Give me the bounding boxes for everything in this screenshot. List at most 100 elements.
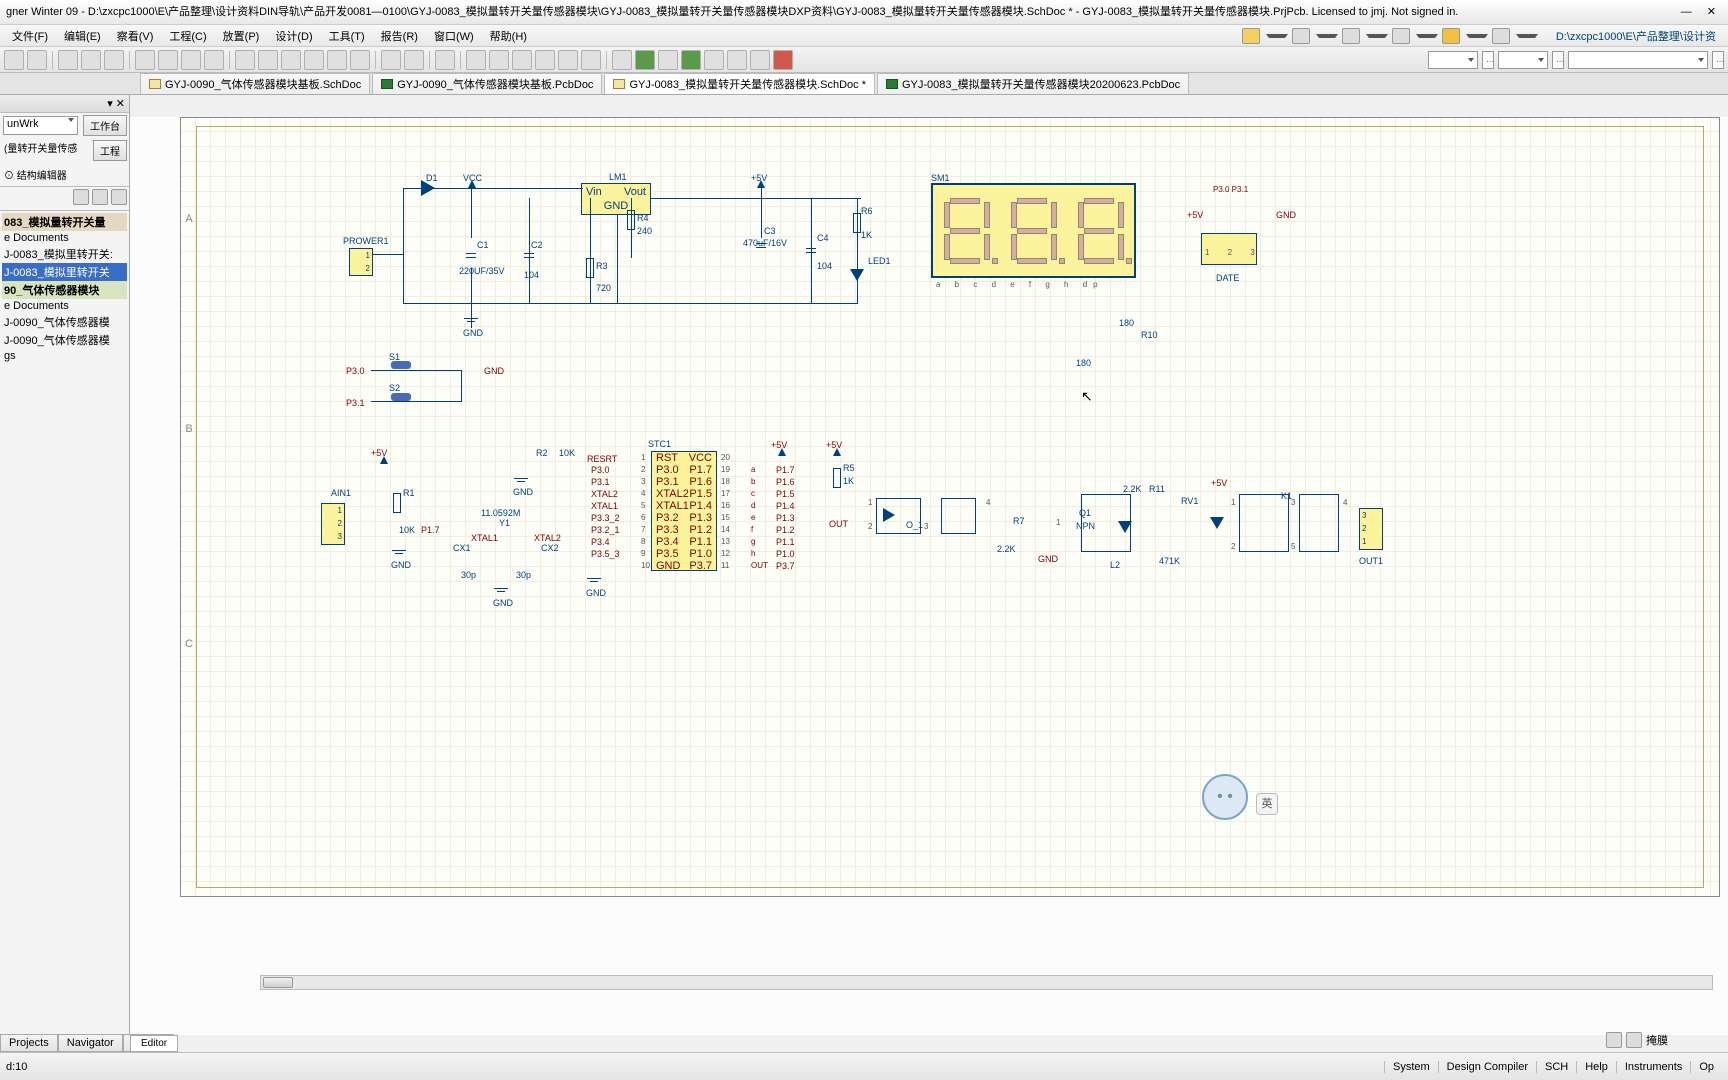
toolbar-icon[interactable] <box>1392 28 1410 44</box>
sb-system[interactable]: System <box>1384 1061 1438 1073</box>
tree-item[interactable]: e Documents <box>2 299 127 313</box>
net-label: GND <box>513 487 533 497</box>
menu-edit[interactable]: 编辑(E) <box>56 28 109 44</box>
tb-combo[interactable]: ... <box>1712 51 1724 69</box>
structure-editor[interactable]: ⊙ 结构编辑器 <box>0 163 129 186</box>
tb-btn[interactable] <box>58 50 78 70</box>
toolbar-icon[interactable] <box>1442 28 1460 44</box>
tb-btn[interactable] <box>773 50 793 70</box>
editor-tab[interactable]: Editor <box>130 1035 178 1052</box>
sb-design-compiler[interactable]: Design Compiler <box>1438 1061 1536 1073</box>
menu-place[interactable]: 放置(P) <box>215 28 268 44</box>
assistant-face-icon[interactable]: • • <box>1202 774 1248 820</box>
tree-tool-icon[interactable] <box>92 189 108 205</box>
tree-item[interactable]: 90_气体传感器模块 <box>2 281 127 299</box>
sb-op[interactable]: Op <box>1690 1061 1722 1073</box>
mask-label[interactable]: 掩膜 <box>1646 1032 1668 1048</box>
tb-btn[interactable] <box>489 50 509 70</box>
tb-btn[interactable] <box>27 50 47 70</box>
sb-sch[interactable]: SCH <box>1536 1061 1576 1073</box>
tb-btn[interactable] <box>304 50 324 70</box>
tree-item[interactable]: 083_模拟量转开关量 <box>2 213 127 231</box>
tb-btn[interactable] <box>181 50 201 70</box>
menu-project[interactable]: 工程(C) <box>161 28 214 44</box>
tb-btn[interactable] <box>135 50 155 70</box>
tb-btn[interactable] <box>281 50 301 70</box>
menu-file[interactable]: 文件(F) <box>4 28 56 44</box>
toolbar-icon[interactable] <box>1242 28 1260 44</box>
horizontal-scrollbar[interactable] <box>260 975 1713 990</box>
tb-btn[interactable] <box>104 50 124 70</box>
net-label: P3.1 <box>591 477 610 487</box>
menu-view[interactable]: 察看(V) <box>109 28 162 44</box>
designator: R10 <box>1141 330 1158 340</box>
tree-tool-icon[interactable] <box>73 189 89 205</box>
tb-btn[interactable] <box>466 50 486 70</box>
tb-btn[interactable] <box>158 50 178 70</box>
tb-btn[interactable] <box>204 50 224 70</box>
doc-tab[interactable]: GYJ-0083_模拟量转开关量传感器模块20200623.PcbDoc <box>877 73 1189 94</box>
menu-report[interactable]: 报告(R) <box>373 28 426 44</box>
tb-btn[interactable] <box>612 50 632 70</box>
window-controls[interactable]: — ✕ <box>1681 0 1722 24</box>
tb-btn[interactable] <box>404 50 424 70</box>
tb-combo[interactable] <box>1568 51 1708 69</box>
tb-btn[interactable] <box>81 50 101 70</box>
tab-projects[interactable]: Projects <box>0 1034 58 1052</box>
schematic-canvas[interactable]: A B C D1 VCC LM1 VinVout GND +5V 12 PROW… <box>130 117 1728 1035</box>
tb-btn[interactable] <box>658 50 678 70</box>
tb-btn[interactable] <box>558 50 578 70</box>
tb-btn[interactable] <box>258 50 278 70</box>
tb-btn[interactable] <box>435 50 455 70</box>
menu-design[interactable]: 设计(D) <box>267 28 320 44</box>
tb-btn[interactable] <box>535 50 555 70</box>
tb-btn[interactable] <box>512 50 532 70</box>
panel-close-icons[interactable]: ▾ ✕ <box>107 97 125 110</box>
tb-combo[interactable]: ... <box>1482 51 1494 69</box>
tree-tool-icon[interactable] <box>111 189 127 205</box>
doc-tab-active[interactable]: GYJ-0083_模拟量转开关量传感器模块.SchDoc * <box>604 73 875 94</box>
tb-btn[interactable] <box>635 50 655 70</box>
tb-combo[interactable] <box>1428 51 1478 69</box>
designator: LM1 <box>609 172 627 182</box>
clear-icon[interactable] <box>1626 1032 1642 1048</box>
toolbar-icon[interactable] <box>1292 28 1310 44</box>
menu-window[interactable]: 窗口(W) <box>426 28 482 44</box>
ime-indicator[interactable]: 英 <box>1256 793 1278 815</box>
designator: SM1 <box>931 173 950 183</box>
mask-icon[interactable] <box>1606 1032 1622 1048</box>
tree-item[interactable]: J-0090_气体传感器模 <box>2 331 127 349</box>
tb-btn[interactable] <box>350 50 370 70</box>
tb-btn[interactable] <box>381 50 401 70</box>
tb-btn[interactable] <box>327 50 347 70</box>
project-tree[interactable]: 083_模拟量转开关量e DocumentsJ-0083_模拟里转开关:J-00… <box>0 211 129 365</box>
tree-item[interactable]: J-0083_模拟里转开关 <box>2 263 127 281</box>
menu-help[interactable]: 帮助(H) <box>482 28 535 44</box>
tree-item[interactable]: gs <box>2 349 127 363</box>
doc-tab[interactable]: GYJ-0090_气体传感器模块基板.PcbDoc <box>372 73 602 94</box>
tb-btn[interactable] <box>4 50 24 70</box>
toolbar-icon[interactable] <box>1342 28 1360 44</box>
tb-btn[interactable] <box>581 50 601 70</box>
tree-item[interactable]: J-0083_模拟里转开关: <box>2 245 127 263</box>
toolbar-icon[interactable] <box>1492 28 1510 44</box>
doc-tab[interactable]: GYJ-0090_气体传感器模块基板.SchDoc <box>140 73 370 94</box>
tb-btn[interactable] <box>704 50 724 70</box>
workbench-button[interactable]: 工作台 <box>83 115 127 136</box>
tree-item[interactable]: J-0090_气体传感器模 <box>2 313 127 331</box>
tb-btn[interactable] <box>750 50 770 70</box>
menu-tools[interactable]: 工具(T) <box>321 28 373 44</box>
tab-navigator[interactable]: Navigator <box>58 1034 123 1052</box>
tree-item[interactable]: e Documents <box>2 231 127 245</box>
tb-combo[interactable] <box>1498 51 1548 69</box>
sb-instruments[interactable]: Instruments <box>1616 1061 1690 1073</box>
sb-help[interactable]: Help <box>1576 1061 1616 1073</box>
tb-btn[interactable] <box>235 50 255 70</box>
tb-btn[interactable] <box>727 50 747 70</box>
tb-combo[interactable]: ... <box>1552 51 1564 69</box>
diode-icon <box>1118 521 1132 533</box>
project-button[interactable]: 工程 <box>93 140 127 161</box>
designator: C2 <box>531 240 543 250</box>
tb-btn[interactable] <box>681 50 701 70</box>
workspace-combo[interactable]: unWrk <box>3 116 78 135</box>
